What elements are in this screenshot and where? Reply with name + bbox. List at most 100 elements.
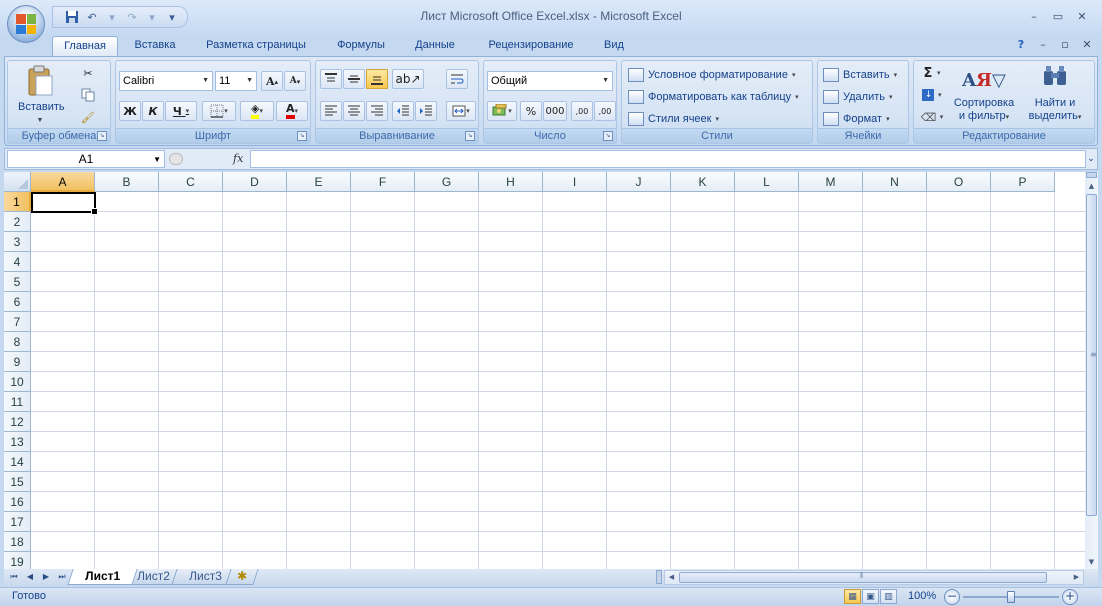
doc-restore-button[interactable]: ▫ xyxy=(1054,34,1076,54)
close-button[interactable]: ✕ xyxy=(1070,6,1094,26)
column-header[interactable]: N xyxy=(863,172,927,192)
row-header[interactable]: 8 xyxy=(4,332,31,352)
minimize-button[interactable]: – xyxy=(1022,6,1046,26)
decrease-indent-icon[interactable] xyxy=(392,101,414,121)
row-header[interactable]: 17 xyxy=(4,512,31,532)
tab-data[interactable]: Данные xyxy=(406,36,464,56)
fill-color-button[interactable]: ◈ ▾ xyxy=(240,101,274,121)
column-header[interactable]: D xyxy=(223,172,287,192)
page-layout-view-icon[interactable]: ▣ xyxy=(862,589,879,604)
tab-formulas[interactable]: Формулы xyxy=(328,36,394,56)
zoom-out-button[interactable]: − xyxy=(944,589,960,605)
row-header[interactable]: 14 xyxy=(4,452,31,472)
zoom-in-button[interactable]: + xyxy=(1062,589,1078,605)
row-cells[interactable] xyxy=(31,512,1085,532)
align-middle-icon[interactable] xyxy=(343,69,365,89)
row-cells[interactable] xyxy=(31,272,1085,292)
column-header[interactable]: H xyxy=(479,172,543,192)
row-cells[interactable] xyxy=(31,412,1085,432)
horizontal-scrollbar[interactable]: ◀ ⦀ ▶ xyxy=(664,570,1084,585)
row-header[interactable]: 10 xyxy=(4,372,31,392)
row-header[interactable]: 11 xyxy=(4,392,31,412)
scroll-down-icon[interactable]: ▼ xyxy=(1085,555,1098,569)
row-header[interactable]: 13 xyxy=(4,432,31,452)
decrease-decimal-button[interactable]: ,00 xyxy=(594,101,616,121)
column-header[interactable]: K xyxy=(671,172,735,192)
expand-formula-bar-icon[interactable]: ⌄ xyxy=(1086,150,1096,168)
tab-split-handle[interactable] xyxy=(656,570,662,584)
percent-button[interactable]: % xyxy=(520,101,542,121)
maximize-button[interactable]: ▭ xyxy=(1046,6,1070,26)
row-cells[interactable] xyxy=(31,392,1085,412)
insert-function-icon[interactable]: fx xyxy=(233,152,243,165)
clear-button[interactable]: ⌫ ▾ xyxy=(918,107,946,127)
sort-filter-button[interactable]: AЯ▽ Сортировка и фильтр▾ xyxy=(948,65,1020,124)
row-cells[interactable] xyxy=(31,492,1085,512)
column-header[interactable]: G xyxy=(415,172,479,192)
worksheet-grid[interactable]: ABCDEFGHIJKLMNOP 1 2 3 4 5 6 7 8 9 10 11 12 13 14 15 16… xyxy=(4,172,1085,569)
thousands-button[interactable]: 000 xyxy=(543,101,567,121)
row-header[interactable]: 5 xyxy=(4,272,31,292)
alignment-launcher-icon[interactable]: ↘ xyxy=(465,131,475,141)
active-cell[interactable] xyxy=(31,192,98,215)
formula-input[interactable] xyxy=(250,150,1086,168)
column-header[interactable]: A xyxy=(31,172,95,192)
row-header[interactable]: 9 xyxy=(4,352,31,372)
underline-button[interactable]: Ч ▾ xyxy=(165,101,197,121)
row-cells[interactable] xyxy=(31,292,1085,312)
align-bottom-icon[interactable] xyxy=(366,69,388,89)
row-header[interactable]: 7 xyxy=(4,312,31,332)
row-cells[interactable] xyxy=(31,552,1085,569)
column-header[interactable]: F xyxy=(351,172,415,192)
doc-close-button[interactable]: ✕ xyxy=(1076,34,1098,54)
cell-styles-button[interactable]: Стили ячеек ▾ xyxy=(628,109,719,129)
normal-view-icon[interactable]: ▦ xyxy=(844,589,861,604)
scroll-right-icon[interactable]: ▶ xyxy=(1070,571,1083,584)
row-cells[interactable] xyxy=(31,332,1085,352)
tab-page-layout[interactable]: Разметка страницы xyxy=(196,36,316,56)
row-header[interactable]: 1 xyxy=(4,192,31,212)
tab-home[interactable]: Главная xyxy=(52,36,118,56)
scroll-left-icon[interactable]: ◀ xyxy=(665,571,678,584)
autosum-button[interactable]: Σ ▾ xyxy=(918,63,946,83)
row-header[interactable]: 16 xyxy=(4,492,31,512)
increase-indent-icon[interactable] xyxy=(415,101,437,121)
font-name-combo[interactable]: Calibri ▼ xyxy=(119,71,213,91)
copy-icon[interactable] xyxy=(78,85,98,105)
column-header[interactable]: E xyxy=(287,172,351,192)
column-header[interactable]: I xyxy=(543,172,607,192)
doc-minimize-button[interactable]: – xyxy=(1032,34,1054,54)
vertical-scrollbar[interactable]: ▲ ≡ ▼ xyxy=(1085,172,1098,569)
row-header[interactable]: 18 xyxy=(4,532,31,552)
bold-button[interactable]: Ж xyxy=(119,101,141,121)
shrink-font-button[interactable]: A ▾ xyxy=(284,71,306,91)
delete-cells-button[interactable]: Удалить ▾ xyxy=(823,87,893,107)
cut-icon[interactable]: ✂ xyxy=(78,63,98,83)
sheet-tab-1[interactable]: Лист1 xyxy=(67,569,138,585)
column-header[interactable]: L xyxy=(735,172,799,192)
row-header[interactable]: 12 xyxy=(4,412,31,432)
format-painter-icon[interactable]: 🖌 xyxy=(78,107,98,127)
number-launcher-icon[interactable]: ↘ xyxy=(603,131,613,141)
row-cells[interactable] xyxy=(31,352,1085,372)
align-center-icon[interactable] xyxy=(343,101,365,121)
row-header[interactable]: 2 xyxy=(4,212,31,232)
column-header[interactable]: C xyxy=(159,172,223,192)
row-cells[interactable] xyxy=(31,432,1085,452)
row-header[interactable]: 6 xyxy=(4,292,31,312)
column-header[interactable]: J xyxy=(607,172,671,192)
row-header[interactable]: 4 xyxy=(4,252,31,272)
orientation-button[interactable]: ab↗ xyxy=(392,69,424,89)
page-break-view-icon[interactable]: ▥ xyxy=(880,589,897,604)
office-button[interactable] xyxy=(7,5,45,43)
format-as-table-button[interactable]: Форматировать как таблицу ▾ xyxy=(628,87,799,107)
grow-font-button[interactable]: A ▴ xyxy=(261,71,283,91)
currency-format-button[interactable]: ▾ xyxy=(487,101,517,121)
column-header[interactable]: B xyxy=(95,172,159,192)
next-sheet-icon[interactable]: ▶ xyxy=(40,570,52,584)
find-select-button[interactable]: Найти и выделить▾ xyxy=(1022,65,1088,124)
paste-button[interactable]: Вставить ▼ xyxy=(18,65,65,127)
zoom-level[interactable]: 100% xyxy=(908,590,936,602)
row-cells[interactable] xyxy=(31,312,1085,332)
horizontal-scroll-thumb[interactable]: ⦀ xyxy=(679,571,1047,583)
